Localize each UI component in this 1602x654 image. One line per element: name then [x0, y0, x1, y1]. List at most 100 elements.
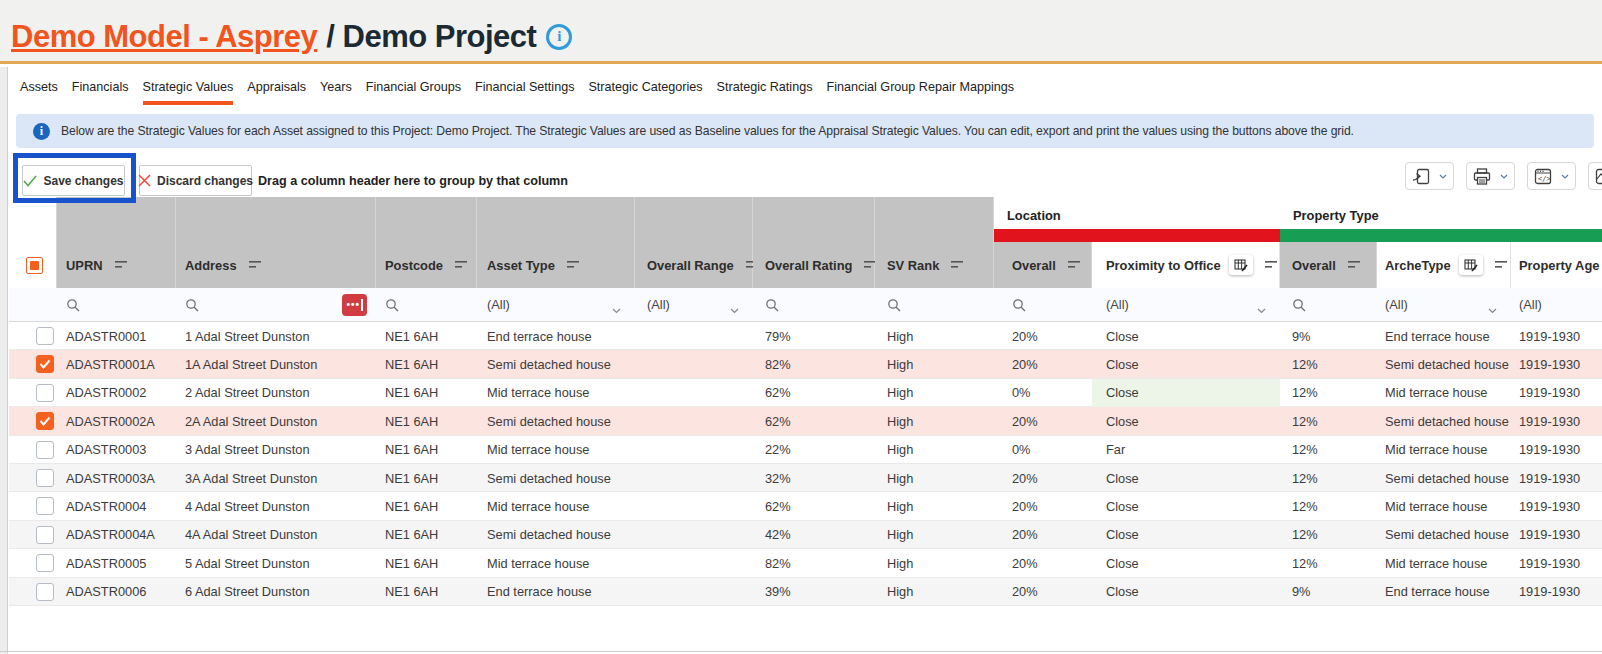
cell-asset_type[interactable]: Semi detached house [477, 407, 635, 435]
column-header-property_age[interactable]: Property Age [1511, 242, 1602, 288]
cell-overall_range[interactable] [635, 549, 753, 577]
cell-pt_overall[interactable]: 12% [1280, 436, 1377, 464]
filter-loc_overall[interactable] [994, 288, 1092, 321]
cell-proximity[interactable]: Close [1092, 521, 1280, 549]
cell-asset_type[interactable]: Mid terrace house [477, 436, 635, 464]
cell-archetype[interactable]: Mid terrace house [1377, 549, 1511, 577]
cell-proximity[interactable]: Close [1092, 350, 1280, 378]
cell-asset_type[interactable]: Semi detached house [477, 350, 635, 378]
cell-archetype[interactable]: Semi detached house [1377, 521, 1511, 549]
column-chooser-button[interactable]: </> [1527, 162, 1576, 190]
cell-overall_rating[interactable]: 62% [753, 492, 875, 520]
cell-postcode[interactable]: NE1 6AH [376, 464, 477, 492]
filter-overall_rating[interactable] [753, 288, 875, 321]
cell-archetype[interactable]: Semi detached house [1377, 464, 1511, 492]
cell-loc_overall[interactable]: 0% [994, 379, 1092, 407]
cell-asset_type[interactable]: Mid terrace house [477, 379, 635, 407]
cell-sv_rank[interactable]: High [875, 407, 994, 435]
cell-proximity[interactable]: Far [1092, 436, 1280, 464]
print-button[interactable] [1466, 162, 1515, 190]
cell-loc_overall[interactable]: 20% [994, 350, 1092, 378]
cell-archetype[interactable]: End terrace house [1377, 322, 1511, 350]
cell-asset_type[interactable]: End terrace house [477, 578, 635, 606]
tab-years[interactable]: Years [320, 80, 352, 105]
cell-asset_type[interactable]: Mid terrace house [477, 549, 635, 577]
cell-pt_overall[interactable]: 9% [1280, 322, 1377, 350]
filter-postcode[interactable] [376, 288, 477, 321]
export-button[interactable] [1405, 162, 1454, 190]
cell-postcode[interactable]: NE1 6AH [376, 379, 477, 407]
cell-loc_overall[interactable]: 20% [994, 549, 1092, 577]
cell-archetype[interactable]: Semi detached house [1377, 350, 1511, 378]
cell-archetype[interactable]: Mid terrace house [1377, 379, 1511, 407]
column-header-loc_overall[interactable]: Overall [994, 242, 1092, 288]
cell-overall_rating[interactable]: 22% [753, 436, 875, 464]
cell-property_age[interactable]: 1919-1930 [1511, 350, 1602, 378]
cell-pt_overall[interactable]: 12% [1280, 549, 1377, 577]
cell-postcode[interactable]: NE1 6AH [376, 407, 477, 435]
cell-postcode[interactable]: NE1 6AH [376, 549, 477, 577]
cell-property_age[interactable]: 1919-1930 [1511, 407, 1602, 435]
filter-asset_type[interactable]: (All) [477, 288, 635, 321]
row-checkbox[interactable] [36, 384, 54, 402]
column-header-overall_range[interactable]: Overall Range [635, 197, 753, 288]
cell-postcode[interactable]: NE1 6AH [376, 436, 477, 464]
cell-address[interactable]: 4A Adal Street Dunston [176, 521, 376, 549]
cell-property_age[interactable]: 1919-1930 [1511, 578, 1602, 606]
cell-overall_rating[interactable]: 79% [753, 322, 875, 350]
cell-pt_overall[interactable]: 9% [1280, 578, 1377, 606]
cell-overall_rating[interactable]: 62% [753, 379, 875, 407]
column-header-overall_rating[interactable]: Overall Rating [753, 197, 875, 288]
row-checkbox[interactable] [36, 497, 54, 515]
select-all-header-cell[interactable] [9, 197, 57, 288]
cell-sv_rank[interactable]: High [875, 379, 994, 407]
cell-sv_rank[interactable]: High [875, 521, 994, 549]
cell-postcode[interactable]: NE1 6AH [376, 492, 477, 520]
cell-asset_type[interactable]: Semi detached house [477, 521, 635, 549]
cell-overall_rating[interactable]: 32% [753, 464, 875, 492]
tab-financial-groups[interactable]: Financial Groups [366, 80, 461, 105]
cell-overall_rating[interactable]: 82% [753, 549, 875, 577]
column-header-uprn[interactable]: UPRN [57, 197, 176, 288]
cell-archetype[interactable]: End terrace house [1377, 578, 1511, 606]
cell-overall_range[interactable] [635, 407, 753, 435]
cell-sv_rank[interactable]: High [875, 464, 994, 492]
cell-address[interactable]: 3A Adal Street Dunston [176, 464, 376, 492]
row-checkbox[interactable] [36, 583, 54, 601]
cell-archetype[interactable]: Mid terrace house [1377, 492, 1511, 520]
model-link[interactable]: Demo Model - Asprey [11, 19, 317, 55]
tab-assets[interactable]: Assets [20, 80, 58, 105]
tab-appraisals[interactable]: Appraisals [247, 80, 306, 105]
cell-proximity[interactable]: Close [1092, 578, 1280, 606]
cell-proximity[interactable]: Close [1092, 492, 1280, 520]
row-checkbox[interactable] [36, 355, 54, 373]
cell-postcode[interactable]: NE1 6AH [376, 350, 477, 378]
cell-loc_overall[interactable]: 0% [994, 436, 1092, 464]
filter-archetype[interactable]: (All) [1377, 288, 1511, 321]
edit-cell-icon[interactable] [1459, 255, 1483, 275]
cell-overall_rating[interactable]: 62% [753, 407, 875, 435]
cell-address[interactable]: 1 Adal Street Dunston [176, 322, 376, 350]
column-header-asset_type[interactable]: Asset Type [477, 197, 635, 288]
cell-overall_range[interactable] [635, 322, 753, 350]
cell-postcode[interactable]: NE1 6AH [376, 578, 477, 606]
column-header-postcode[interactable]: Postcode [376, 197, 477, 288]
filter-uprn[interactable] [57, 288, 176, 321]
discard-changes-button[interactable]: Discard changes [139, 165, 252, 196]
cell-loc_overall[interactable]: 20% [994, 578, 1092, 606]
cell-loc_overall[interactable]: 20% [994, 464, 1092, 492]
cell-proximity[interactable]: Close [1092, 379, 1280, 407]
cell-property_age[interactable]: 1919-1930 [1511, 521, 1602, 549]
cell-property_age[interactable]: 1919-1930 [1511, 549, 1602, 577]
cell-uprn[interactable]: ADASTR0002 [57, 379, 176, 407]
tab-strategic-categories[interactable]: Strategic Categories [588, 80, 702, 105]
tab-strategic-ratings[interactable]: Strategic Ratings [717, 80, 813, 105]
row-checkbox[interactable] [36, 412, 54, 430]
cell-address[interactable]: 1A Adal Street Dunston [176, 350, 376, 378]
cell-pt_overall[interactable]: 12% [1280, 379, 1377, 407]
row-checkbox[interactable] [36, 554, 54, 572]
cell-uprn[interactable]: ADASTR0003A [57, 464, 176, 492]
cell-asset_type[interactable]: Mid terrace house [477, 492, 635, 520]
cell-address[interactable]: 2A Adal Street Dunston [176, 407, 376, 435]
cell-overall_range[interactable] [635, 464, 753, 492]
